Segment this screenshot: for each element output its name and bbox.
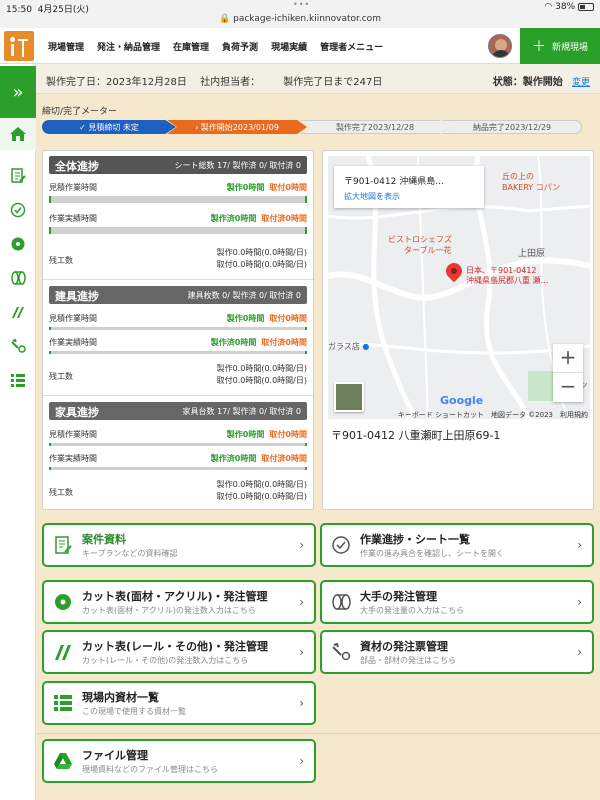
card-major-orders[interactable]: 大手の発注管理 大手の発注量の入力はこちら › — [320, 580, 594, 624]
meter-title: 締切/完了メーター — [42, 107, 118, 117]
plus-icon: ＋ — [531, 39, 546, 55]
meter-step-estimate[interactable]: ✓ 見積締切 未定 — [42, 120, 176, 134]
nav-inventory[interactable]: 在庫管理 — [173, 40, 209, 53]
map-poi-bistro[interactable]: ビストロシェフズ ターブル一花 — [388, 234, 452, 256]
map-area-label: 上田原 — [518, 249, 546, 259]
chevron-right-icon: › — [577, 538, 582, 552]
battery-icon — [578, 2, 594, 11]
map-info-window: 〒901-0412 沖縄県島... 拡大地図を表示 — [334, 166, 484, 208]
sidebar-toggle-icon[interactable]: » — [0, 66, 36, 118]
map-poi-glass[interactable]: ガラス店 ● — [328, 341, 369, 352]
edit-document-icon — [52, 534, 74, 556]
document-edit-icon[interactable] — [8, 166, 28, 186]
section-header-fixtures: 建具進捗 建具枚数 0/ 製作済 0/ 取付済 0 — [49, 286, 307, 304]
card-site-materials-list[interactable]: 現場内資材一覧 この現場で使用する資材一覧 › — [42, 681, 316, 725]
map-panel: 〒901-0412 沖縄県島... 拡大地図を表示 丘の上の BAKERY コパン… — [322, 150, 594, 510]
wifi-icon: ◠ — [544, 2, 553, 12]
nav-load-forecast[interactable]: 負荷予測 — [222, 40, 258, 53]
saw-blade-icon — [52, 591, 74, 613]
list-icon — [52, 692, 74, 714]
staff: 社内担当者： — [200, 77, 261, 88]
multitask-dots-icon[interactable]: ••• — [293, 0, 310, 9]
status-text: 状態：製作開始 — [492, 77, 563, 88]
map-zoom-controls: + − — [553, 344, 583, 402]
url-text: package-ichiken.kiinnovator.com — [233, 14, 381, 24]
card-material-orders[interactable]: 資材の発注票管理 部品・部材の発注はこちら › — [320, 630, 594, 674]
chevron-right-icon: › — [577, 645, 582, 659]
chevron-right-icon: › — [299, 538, 304, 552]
user-avatar[interactable] — [488, 34, 512, 58]
card-work-progress[interactable]: 作業進捗・シート一覧 作業の進み具合を確認し、シートを開く › — [320, 523, 594, 567]
view-larger-map-link[interactable]: 拡大地図を表示 — [344, 191, 400, 202]
google-drive-icon — [52, 750, 74, 772]
section-header-total: 全体進捗 シート総数 17/ 製作済 0/ 取付済 0 — [49, 156, 307, 174]
map-attribution[interactable]: キーボード ショートカット 地図データ ©2023 利用規約 — [388, 410, 588, 419]
card-file-management[interactable]: ファイル管理 現場資料などのファイル管理はこちら › — [42, 739, 316, 783]
rail-icon[interactable] — [8, 302, 28, 322]
roll-icon — [330, 591, 352, 613]
chevron-right-icon: › — [299, 754, 304, 768]
card-project-materials[interactable]: 案件資料 キープランなどの資料確認 › — [42, 523, 316, 567]
estimate-bar — [49, 196, 307, 203]
saw-blade-icon[interactable] — [8, 234, 28, 254]
nav-admin-menu[interactable]: 管理者メニュー — [320, 40, 383, 53]
top-navbar: 現場管理 発注・納品管理 在庫管理 負荷予測 現場実績 管理者メニュー ＋新規現… — [0, 28, 600, 64]
battery-level — [580, 4, 585, 9]
chevron-right-icon: › — [299, 696, 304, 710]
section-header-furniture: 家具進捗 家具台数 17/ 製作済 0/ 取付済 0 — [49, 402, 307, 420]
site-address: 〒901-0412 八重瀬町上田原69-1 — [331, 429, 501, 442]
status-bar: 15:50 4月25日(火) ••• 🔒 package-ichiken.kii… — [0, 0, 600, 28]
meter-step-delivery-complete[interactable]: 納品完了2023/12/29 — [442, 120, 582, 134]
nav-site-results[interactable]: 現場実績 — [271, 40, 307, 53]
roll-icon[interactable] — [8, 268, 28, 288]
list-icon[interactable] — [8, 370, 28, 390]
zoom-out-button[interactable]: − — [553, 373, 583, 402]
meter-step-production-complete[interactable]: 製作完了2023/12/28 — [300, 120, 450, 134]
progress-panel: 全体進捗 シート総数 17/ 製作済 0/ 取付済 0 見積作業時間 製作0時間… — [42, 150, 314, 510]
meter-step-production-start[interactable]: › 製作開始2023/01/09 — [167, 120, 307, 134]
map-pin-label: 日本、〒901-0412 沖縄県島尻郡八重 瀬… — [466, 266, 549, 285]
tools-icon — [330, 641, 352, 663]
deadline-meter: ✓ 見積締切 未定 › 製作開始2023/01/09 製作完了2023/12/2… — [42, 120, 582, 134]
actual-bar — [49, 227, 307, 234]
rail-icon — [52, 641, 74, 663]
zoom-in-button[interactable]: + — [553, 344, 583, 373]
chevron-right-icon: › — [577, 595, 582, 609]
completion-date: 製作完了日：2023年12月28日 — [46, 77, 187, 88]
sidebar: » — [0, 64, 36, 800]
estimate-bar — [49, 327, 307, 330]
site-info-bar: 製作完了日：2023年12月28日 社内担当者： 製作完了日まで247日 状態：… — [36, 64, 600, 94]
check-circle-icon — [330, 534, 352, 556]
chevron-right-icon: › — [299, 595, 304, 609]
main-nav: 現場管理 発注・納品管理 在庫管理 負荷予測 現場実績 管理者メニュー — [48, 28, 396, 64]
estimate-bar — [49, 443, 307, 446]
home-icon[interactable] — [0, 118, 36, 150]
tools-icon[interactable] — [8, 336, 28, 356]
new-site-button[interactable]: ＋新規現場 — [520, 28, 600, 64]
card-cut-table-rails[interactable]: カット表(レール・その他)・発注管理 カット(レール・その他)の発注数入力はこち… — [42, 630, 316, 674]
actual-bar — [49, 351, 307, 354]
map-poi-bakery[interactable]: 丘の上の BAKERY コパン — [502, 171, 560, 193]
app-logo[interactable] — [4, 31, 34, 61]
address-bar[interactable]: 🔒 package-ichiken.kiinnovator.com — [0, 14, 600, 24]
card-cut-table-panels[interactable]: カット表(面材・アクリル)・発注管理 カット表(面材・アクリル)の発注数入力はこ… — [42, 580, 316, 624]
google-logo: Google — [440, 394, 484, 407]
battery-percent: 38% — [555, 2, 576, 12]
change-status-link[interactable]: 変更 — [572, 78, 590, 88]
chevron-right-icon: › — [299, 645, 304, 659]
actual-bar — [49, 467, 307, 470]
days-left: 製作完了日まで247日 — [283, 77, 383, 88]
google-map[interactable]: 〒901-0412 沖縄県島... 拡大地図を表示 丘の上の BAKERY コパン… — [328, 156, 590, 419]
nav-order-delivery[interactable]: 発注・納品管理 — [97, 40, 160, 53]
satellite-toggle-button[interactable] — [334, 382, 364, 412]
nav-site-management[interactable]: 現場管理 — [48, 40, 84, 53]
check-circle-icon[interactable] — [8, 200, 28, 220]
